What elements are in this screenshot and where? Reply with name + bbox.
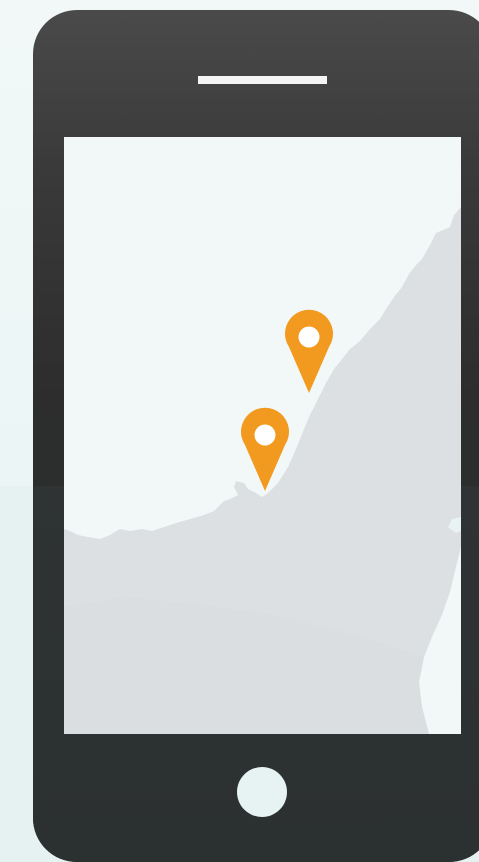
earpiece-speaker [198,76,327,84]
smartphone [33,10,479,862]
phone-screen [64,137,461,734]
map-view [64,207,461,734]
location-pin-icon[interactable] [285,309,333,393]
home-button[interactable] [237,767,287,817]
